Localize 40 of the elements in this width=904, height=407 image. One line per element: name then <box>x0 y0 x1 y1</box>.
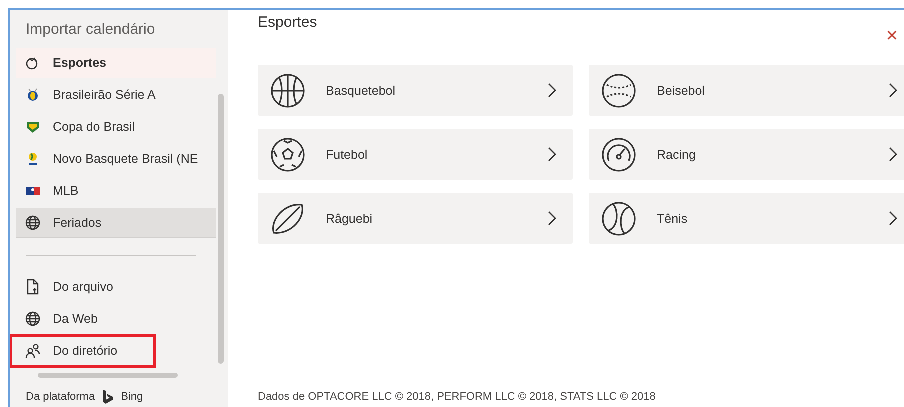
sidebar-title: Importar calendário <box>25 20 156 40</box>
import-source-item[interactable]: Da Web <box>12 305 153 333</box>
section-title: Esportes <box>258 14 318 31</box>
people-icon <box>25 343 41 359</box>
calendar-item[interactable]: Feriados <box>16 208 216 238</box>
chevron-right-icon <box>889 83 898 98</box>
calendar-item[interactable]: Novo Basquete Brasil (NE <box>16 144 216 174</box>
baseball-icon <box>601 72 637 108</box>
bing-logo-icon <box>103 390 114 404</box>
chevron-right-icon <box>889 147 898 162</box>
calendar-item[interactable]: Esportes <box>16 48 216 78</box>
calendar-item[interactable]: MLB <box>16 176 216 206</box>
globe-icon <box>25 311 41 327</box>
sport-card[interactable]: Râguebi <box>258 193 573 244</box>
import-source-item[interactable]: Do diretório <box>12 337 153 365</box>
close-button[interactable]: × <box>886 26 898 46</box>
calendar-item[interactable]: Copa do Brasil <box>16 112 216 142</box>
file-icon <box>25 279 41 295</box>
soccer-ball-icon <box>270 136 306 172</box>
chevron-right-icon <box>889 211 898 226</box>
horizontal-scrollbar[interactable] <box>38 373 178 378</box>
chevron-right-icon <box>548 83 557 98</box>
sport-card[interactable]: Basquetebol <box>258 65 573 116</box>
shield-icon <box>25 119 41 135</box>
globe-icon <box>25 215 41 231</box>
basketball-icon <box>270 72 306 108</box>
chevron-right-icon <box>548 147 557 162</box>
provider-name: Bing <box>121 391 144 403</box>
chevron-right-icon <box>548 211 557 226</box>
import-source-item[interactable]: Do arquivo <box>12 273 153 301</box>
sport-card[interactable]: Futebol <box>258 129 573 180</box>
provider-label: Da plataforma <box>26 391 96 403</box>
sport-card[interactable]: Beisebol <box>589 65 904 116</box>
tennis-ball-icon <box>601 200 637 236</box>
data-credits: Dados de OPTACORE LLC © 2018, PERFORM LLC © 2018, STATS LLC © 2018 <box>258 391 657 405</box>
speedometer-icon <box>601 136 637 172</box>
sport-card[interactable]: Tênis <box>589 193 904 244</box>
calendar-item[interactable]: Brasileirão Série A <box>16 80 216 110</box>
vertical-scrollbar[interactable] <box>218 94 224 364</box>
sport-card[interactable]: Racing <box>589 129 904 180</box>
